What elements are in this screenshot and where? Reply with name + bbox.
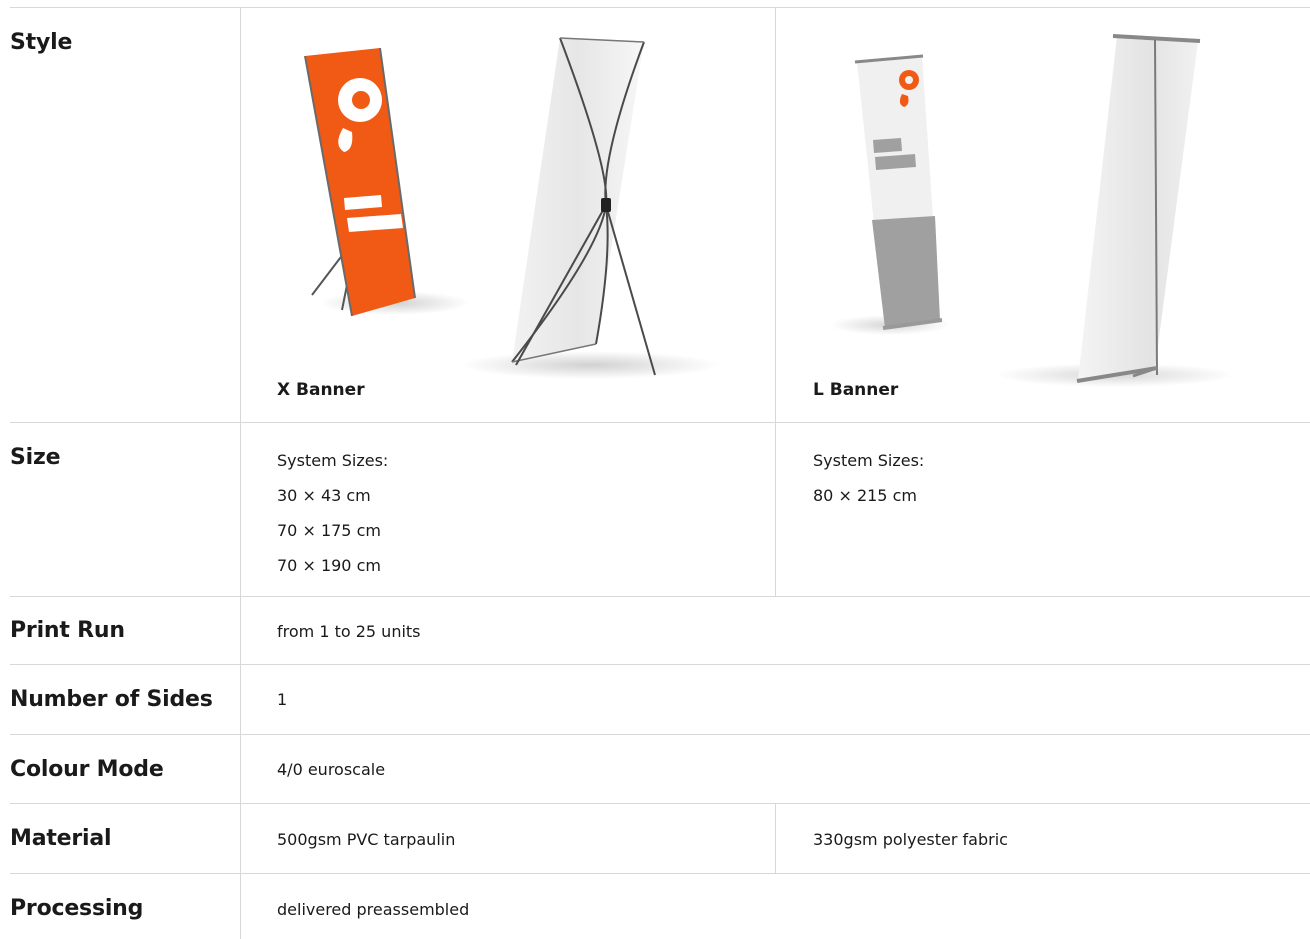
sizes-heading: System Sizes: [813, 451, 925, 470]
column-divider [775, 803, 776, 873]
size-item: 30 × 43 cm [277, 486, 371, 505]
row-divider [10, 803, 1310, 804]
x-banner-stand-image[interactable] [260, 20, 760, 380]
row-label-processing: Processing [10, 896, 144, 921]
processing-value: delivered preassembled [277, 900, 470, 919]
l-banner-material: 330gsm polyester fabric [813, 830, 1008, 849]
sides-value: 1 [277, 690, 288, 709]
row-divider [10, 7, 1310, 8]
row-divider [10, 664, 1310, 665]
x-banner-caption: X Banner [277, 380, 365, 400]
row-label-material: Material [10, 826, 112, 851]
size-item: 70 × 175 cm [277, 521, 381, 540]
x-banner-sizes: System Sizes: 30 × 43 cm 70 × 175 cm 70 … [277, 443, 388, 583]
x-banner-material: 500gsm PVC tarpaulin [277, 830, 456, 849]
row-label-print-run: Print Run [10, 618, 125, 643]
row-divider [10, 734, 1310, 735]
row-divider [10, 596, 1310, 597]
column-divider [775, 7, 776, 596]
row-divider [10, 873, 1310, 874]
l-banner-sizes: System Sizes: 80 × 215 cm [813, 443, 924, 513]
size-item: 70 × 190 cm [277, 556, 381, 575]
row-divider [10, 422, 1310, 423]
row-label-sides: Number of Sides [10, 687, 213, 712]
l-banner-stand-image[interactable] [795, 20, 1295, 390]
l-banner-caption: L Banner [813, 380, 899, 400]
size-item: 80 × 215 cm [813, 486, 917, 505]
column-divider [240, 7, 241, 939]
row-label-style: Style [10, 30, 73, 55]
row-label-colour-mode: Colour Mode [10, 757, 164, 782]
sizes-heading: System Sizes: [277, 451, 389, 470]
row-label-size: Size [10, 445, 61, 470]
print-run-value: from 1 to 25 units [277, 622, 421, 641]
colour-mode-value: 4/0 euroscale [277, 760, 386, 779]
